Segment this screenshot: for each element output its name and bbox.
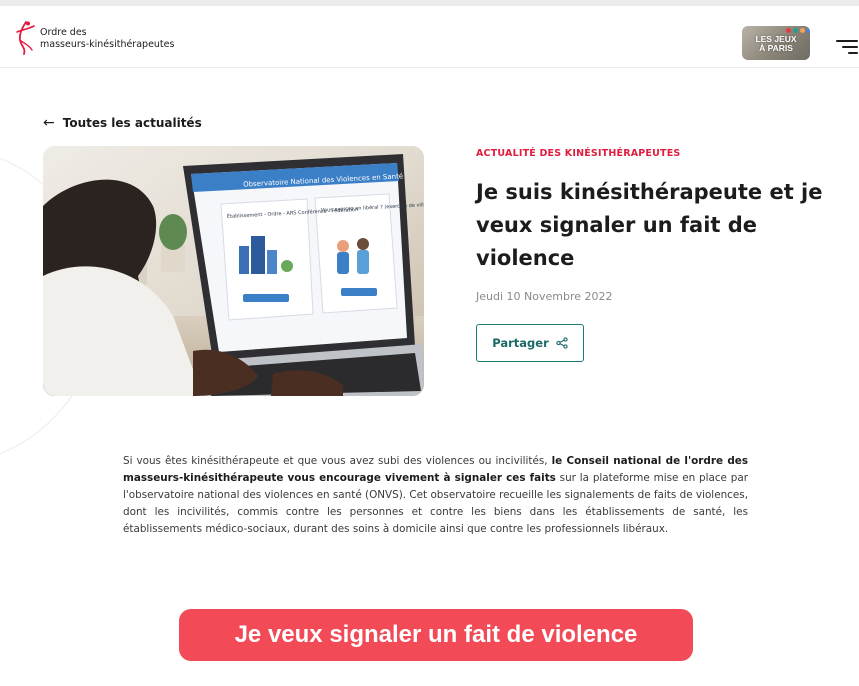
report-violence-button[interactable]: Je veux signaler un fait de violence	[179, 609, 693, 661]
site-header: Ordre des masseurs-kinésithérapeutes LES…	[0, 12, 859, 68]
jeux-paris-badge[interactable]: LES JEUX À PARIS	[742, 26, 810, 60]
jeux-badge-text: LES JEUX À PARIS	[742, 35, 810, 53]
article-hero-image: Observatoire National des Violences en S…	[43, 146, 424, 396]
laptop-illustration: Observatoire National des Violences en S…	[43, 146, 424, 396]
share-button-label: Partager	[492, 336, 549, 350]
article-body-intro: Si vous êtes kinésithérapeute et que vou…	[123, 455, 552, 467]
logo-line-2: masseurs-kinésithérapeutes	[40, 39, 175, 50]
article-title: Je suis kinésithérapeute et je veux sign…	[476, 180, 823, 270]
page: Ordre des masseurs-kinésithérapeutes LES…	[0, 0, 859, 686]
article-body: Si vous êtes kinésithérapeute et que vou…	[123, 453, 748, 538]
logo-line-1: Ordre des	[40, 27, 87, 38]
share-button[interactable]: Partager	[476, 324, 584, 362]
article-category: ACTUALITÉ DES KINÉSITHÉRAPEUTES	[476, 148, 681, 159]
menu-icon[interactable]	[836, 40, 858, 56]
olympic-dots-icon	[786, 28, 810, 33]
logo-text: Ordre des masseurs-kinésithérapeutes	[40, 27, 174, 51]
logo-figure-icon	[16, 21, 35, 55]
arrow-left-icon: ←	[43, 115, 55, 131]
back-link-label: Toutes les actualités	[62, 116, 202, 130]
back-to-news-link[interactable]: ← Toutes les actualités	[43, 115, 202, 131]
share-icon	[556, 337, 568, 349]
article-date: Jeudi 10 Novembre 2022	[476, 290, 613, 303]
site-logo[interactable]: Ordre des masseurs-kinésithérapeutes	[14, 20, 174, 58]
jeux-line-2: À PARIS	[759, 43, 793, 53]
